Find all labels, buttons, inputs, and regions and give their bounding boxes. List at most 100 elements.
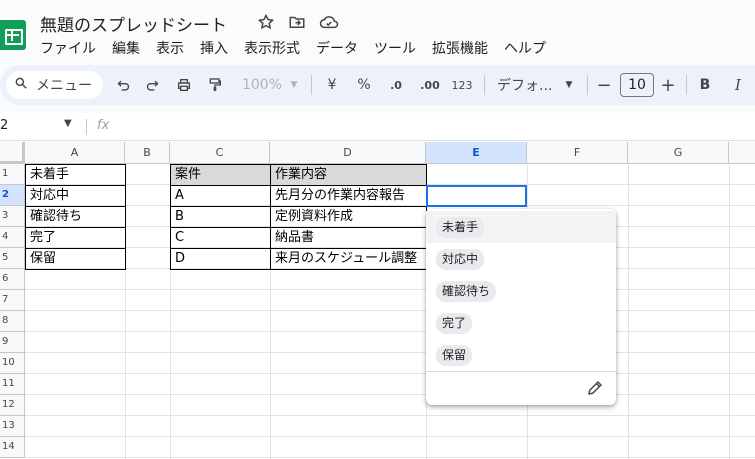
sheets-logo-icon[interactable]	[0, 20, 26, 50]
undo-icon[interactable]	[113, 73, 133, 97]
font-size-increase-icon[interactable]: +	[660, 73, 676, 97]
row-header-5[interactable]: 5	[0, 248, 25, 269]
column-header-e[interactable]: E	[426, 142, 527, 164]
font-size-decrease-icon[interactable]: −	[596, 73, 611, 97]
menu-file[interactable]: ファイル	[40, 38, 104, 58]
zoom-dropdown-icon[interactable]: ▼	[288, 73, 300, 97]
redo-icon[interactable]	[142, 73, 162, 97]
column-header-h[interactable]	[729, 142, 755, 164]
column-header-g[interactable]: G	[628, 142, 729, 164]
number-format-button[interactable]: 123	[451, 73, 473, 97]
paint-format-icon[interactable]	[205, 73, 225, 97]
print-icon[interactable]	[174, 73, 194, 97]
row-header-13[interactable]: 13	[0, 416, 25, 437]
select-all-corner[interactable]	[0, 142, 25, 164]
grid-line	[25, 289, 755, 290]
active-cell-e2[interactable]	[426, 185, 527, 207]
dropdown-option[interactable]: 確認待ち	[426, 275, 616, 307]
menu-help[interactable]: ヘルプ	[504, 38, 554, 58]
menu-edit[interactable]: 編集	[112, 38, 148, 58]
menu-insert[interactable]: 挿入	[200, 38, 236, 58]
search-menus-button[interactable]: メニュー	[6, 71, 103, 99]
row-header-12[interactable]: 12	[0, 395, 25, 416]
name-box-dropdown-icon[interactable]: ▼	[64, 118, 72, 129]
cell-d4[interactable]: 納品書	[270, 227, 427, 249]
star-icon[interactable]	[256, 12, 276, 32]
cell-c2[interactable]: A	[170, 185, 271, 207]
menu-view[interactable]: 表示	[156, 38, 192, 58]
row-header-4[interactable]: 4	[0, 227, 25, 248]
cell-a5[interactable]: 保留	[25, 248, 126, 270]
cell-c5[interactable]: D	[170, 248, 271, 270]
menu-data[interactable]: データ	[316, 38, 366, 58]
column-header-c[interactable]: C	[170, 142, 270, 164]
menu-tools[interactable]: ツール	[374, 38, 424, 58]
column-header-a[interactable]: A	[25, 142, 125, 164]
cloud-status-icon[interactable]	[319, 12, 339, 32]
row-header-1[interactable]: 1	[0, 164, 25, 185]
option-chip: 確認待ち	[436, 281, 497, 302]
menu-extensions[interactable]: 拡張機能	[432, 38, 496, 58]
name-box[interactable]: 2	[0, 118, 8, 133]
search-menus-label: メニュー	[36, 78, 92, 94]
column-header-f[interactable]: F	[527, 142, 628, 164]
spreadsheet-grid[interactable]: A B C D E F G 1 2 3 4 5 6 7 8 9 10 11 12…	[0, 142, 755, 459]
dropdown-option[interactable]: 対応中	[426, 243, 616, 275]
cell-c1[interactable]: 案件	[170, 164, 271, 186]
row-header-9[interactable]: 9	[0, 332, 25, 353]
font-family-select[interactable]: デフォ...	[497, 73, 555, 97]
cell-d2[interactable]: 先月分の作業内容報告	[270, 185, 427, 207]
fx-icon: fx	[97, 118, 110, 133]
option-chip: 完了	[436, 313, 473, 334]
option-chip: 保留	[436, 345, 473, 366]
cell-a4[interactable]: 完了	[25, 227, 126, 249]
formula-divider	[86, 119, 87, 135]
row-header-3[interactable]: 3	[0, 206, 25, 227]
row-header-7[interactable]: 7	[0, 290, 25, 311]
decrease-decimal-button[interactable]: .0	[386, 73, 406, 97]
currency-format-button[interactable]: ¥	[324, 73, 340, 97]
row-header-6[interactable]: 6	[0, 269, 25, 290]
font-dropdown-icon[interactable]: ▼	[563, 73, 575, 97]
row-header-14[interactable]: 14	[0, 437, 25, 458]
column-header-b[interactable]: B	[125, 142, 170, 164]
cell-c4[interactable]: C	[170, 227, 271, 249]
cell-d5[interactable]: 来月のスケジュール調整	[270, 248, 427, 270]
menu-bar: ファイル 編集 表示 挿入 表示形式 データ ツール 拡張機能 ヘルプ	[40, 38, 562, 58]
formula-bar: 2 ▼ fx	[0, 113, 755, 141]
cell-a2[interactable]: 対応中	[25, 185, 126, 207]
cell-d3[interactable]: 定例資料作成	[270, 206, 427, 228]
column-header-d[interactable]: D	[270, 142, 426, 164]
cell-c3[interactable]: B	[170, 206, 271, 228]
italic-button[interactable]: I	[731, 73, 745, 97]
menu-format[interactable]: 表示形式	[244, 38, 308, 58]
grid-line	[25, 436, 755, 437]
document-title[interactable]: 無題のスプレッドシート	[40, 11, 227, 36]
dropdown-option[interactable]: 保留	[426, 339, 616, 371]
dropdown-option[interactable]: 完了	[426, 307, 616, 339]
toolbar-divider	[686, 75, 687, 95]
dropdown-options-menu: 未着手 対応中 確認待ち 完了 保留	[426, 209, 616, 405]
pencil-icon[interactable]	[586, 379, 606, 399]
option-chip: 対応中	[436, 249, 485, 270]
grid-line	[25, 310, 755, 311]
cell-d1[interactable]: 作業内容	[270, 164, 427, 186]
font-size-input[interactable]: 10	[620, 73, 654, 97]
toolbar-divider	[484, 75, 485, 95]
folder-move-icon[interactable]	[287, 12, 307, 32]
percent-format-button[interactable]: %	[356, 73, 372, 97]
grid-line	[25, 415, 755, 416]
increase-decimal-button[interactable]: .00	[418, 73, 442, 97]
zoom-select[interactable]: 100%	[240, 73, 284, 97]
row-header-8[interactable]: 8	[0, 311, 25, 332]
grid-line	[25, 352, 755, 353]
dropdown-option[interactable]: 未着手	[426, 211, 616, 243]
option-chip: 未着手	[436, 217, 485, 238]
row-header-2[interactable]: 2	[0, 185, 25, 206]
row-header-10[interactable]: 10	[0, 353, 25, 374]
grid-line	[25, 457, 755, 458]
row-header-11[interactable]: 11	[0, 374, 25, 395]
cell-a3[interactable]: 確認待ち	[25, 206, 126, 228]
cell-a1[interactable]: 未着手	[25, 164, 126, 186]
bold-button[interactable]: B	[698, 73, 712, 97]
